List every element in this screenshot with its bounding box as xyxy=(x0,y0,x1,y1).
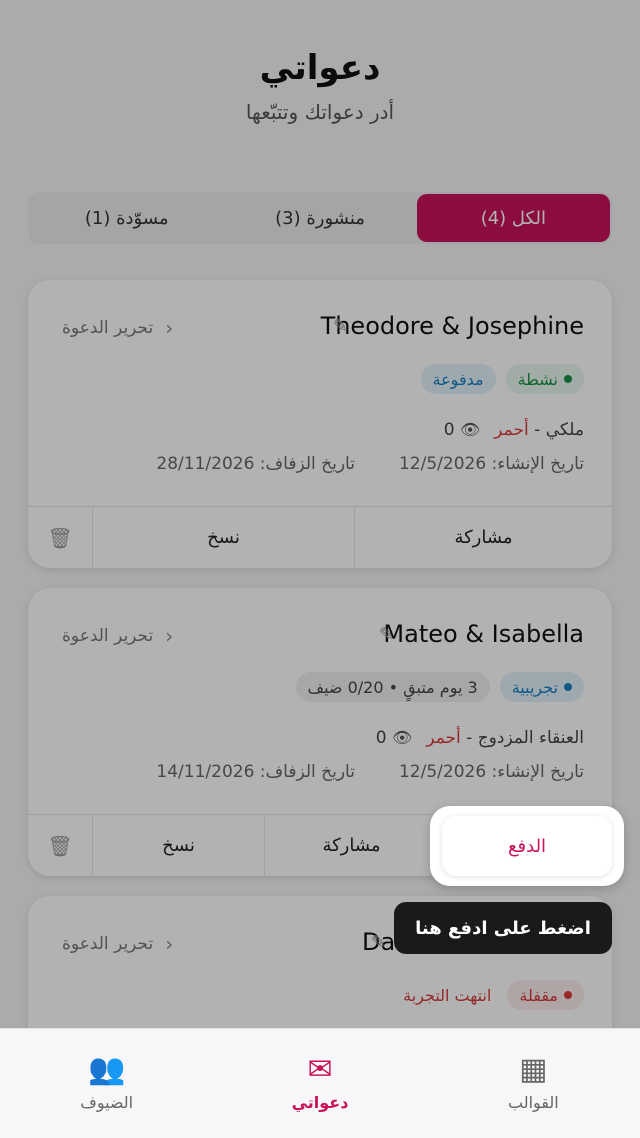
envelope-icon: ✉ xyxy=(307,1052,333,1087)
nav-guests-label: الضيوف xyxy=(80,1093,134,1112)
nav-invitations-label: دعواتي xyxy=(291,1093,349,1112)
guests-icon: 👥 xyxy=(88,1052,126,1087)
tutorial-overlay xyxy=(0,0,640,1138)
nav-templates-label: القوالب xyxy=(507,1093,559,1112)
nav-guests[interactable]: 👥 الضيوف xyxy=(0,1029,213,1138)
templates-icon: ▦ xyxy=(519,1052,548,1087)
nav-my-invitations[interactable]: ✉ دعواتي xyxy=(213,1029,426,1138)
highlighted-pay-area: الدفع xyxy=(430,806,624,886)
pay-button[interactable]: الدفع xyxy=(442,816,612,876)
bottom-nav: ▦ القوالب ✉ دعواتي 👥 الضيوف xyxy=(0,1028,640,1138)
tutorial-tooltip: اضغط على ادفع هنا xyxy=(394,902,612,954)
nav-templates[interactable]: ▦ القوالب xyxy=(427,1029,640,1138)
